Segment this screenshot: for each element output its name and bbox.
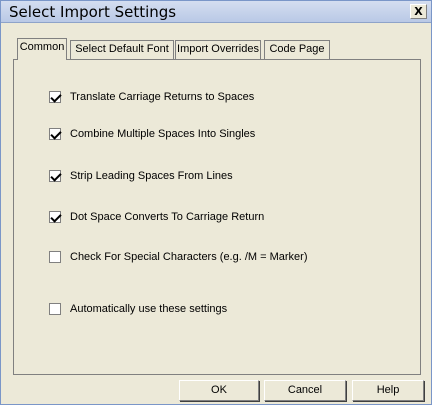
help-button[interactable]: Help: [352, 380, 424, 401]
tab-common[interactable]: Common: [17, 38, 67, 60]
translate-cr-label: Translate Carriage Returns to Spaces: [70, 91, 255, 103]
ok-button[interactable]: OK: [179, 380, 259, 401]
special-chars-label: Check For Special Characters (e.g. /M = …: [70, 251, 308, 263]
combine-spaces-checkbox[interactable]: [49, 128, 61, 140]
option-translate-cr[interactable]: Translate Carriage Returns to Spaces: [49, 89, 254, 105]
option-strip-leading[interactable]: Strip Leading Spaces From Lines: [49, 168, 233, 184]
close-button[interactable]: X: [410, 4, 427, 19]
option-combine-spaces[interactable]: Combine Multiple Spaces Into Singles: [49, 126, 255, 142]
translate-cr-checkbox[interactable]: [49, 91, 61, 103]
cancel-button[interactable]: Cancel: [264, 380, 346, 401]
tab-code-page[interactable]: Code Page: [264, 40, 330, 59]
tab-import-overrides[interactable]: Import Overrides: [175, 40, 261, 59]
special-chars-checkbox[interactable]: [49, 251, 61, 263]
import-settings-dialog: Select Import Settings X Common Select D…: [0, 0, 432, 405]
strip-leading-label: Strip Leading Spaces From Lines: [70, 170, 233, 182]
window-title: Select Import Settings: [9, 3, 177, 21]
combine-spaces-label: Combine Multiple Spaces Into Singles: [70, 128, 256, 140]
tab-select-default-font[interactable]: Select Default Font: [70, 40, 174, 59]
option-special-chars[interactable]: Check For Special Characters (e.g. /M = …: [49, 249, 308, 265]
dot-space-checkbox[interactable]: [49, 211, 61, 223]
strip-leading-checkbox[interactable]: [49, 170, 61, 182]
auto-use-label: Automatically use these settings: [70, 303, 228, 315]
option-auto-use[interactable]: Automatically use these settings: [49, 301, 227, 317]
auto-use-checkbox[interactable]: [49, 303, 61, 315]
title-bar: Select Import Settings X: [1, 1, 431, 23]
option-dot-space[interactable]: Dot Space Converts To Carriage Return: [49, 209, 264, 225]
dot-space-label: Dot Space Converts To Carriage Return: [70, 211, 265, 223]
